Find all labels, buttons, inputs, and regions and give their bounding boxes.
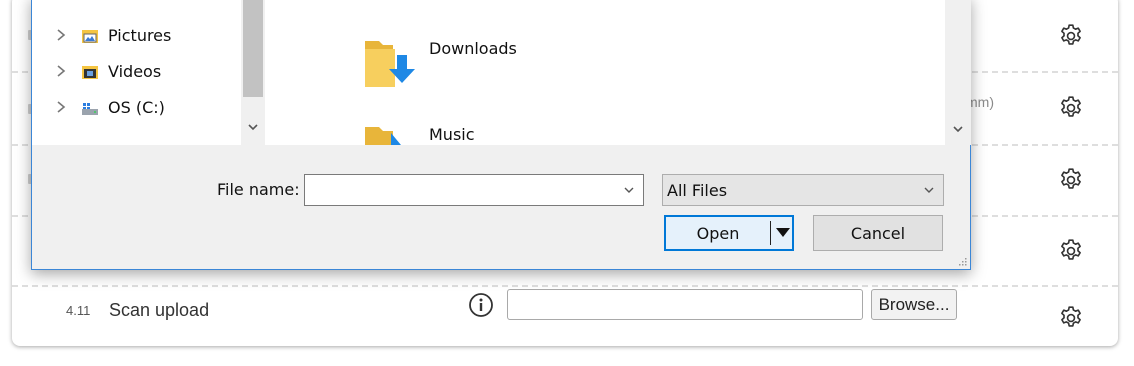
downloads-folder-icon bbox=[365, 41, 415, 87]
file-type-value: All Files bbox=[667, 181, 728, 200]
scrollbar-thumb[interactable] bbox=[243, 0, 263, 97]
question-label: Scan upload bbox=[109, 300, 210, 320]
file-list-scrollbar[interactable] bbox=[945, 0, 971, 145]
gear-icon[interactable] bbox=[1058, 95, 1084, 121]
file-open-dialog: Pictures Videos OS (C:) Downloads Music … bbox=[31, 0, 971, 270]
folder-name: Downloads bbox=[429, 39, 517, 58]
open-button-label: Open bbox=[696, 224, 740, 243]
file-type-select[interactable]: All Files bbox=[662, 174, 944, 206]
chevron-down-icon[interactable] bbox=[247, 121, 259, 133]
resize-grip-icon[interactable] bbox=[957, 256, 967, 266]
browse-button[interactable]: Browse... bbox=[871, 289, 957, 320]
nav-item-label: Videos bbox=[108, 62, 162, 81]
file-path-input[interactable] bbox=[507, 289, 863, 320]
question-number: 4.11 bbox=[66, 303, 91, 318]
folder-name: Music bbox=[429, 125, 475, 144]
nav-item-label: OS (C:) bbox=[108, 98, 165, 117]
nav-item-label: Pictures bbox=[108, 26, 172, 45]
pictures-folder-icon bbox=[82, 30, 98, 43]
videos-folder-icon bbox=[82, 66, 98, 79]
file-name-input[interactable] bbox=[304, 174, 644, 206]
cancel-button-label: Cancel bbox=[850, 224, 906, 243]
open-button[interactable]: Open bbox=[664, 215, 794, 251]
gear-icon[interactable] bbox=[1058, 167, 1084, 193]
chevron-right-icon[interactable] bbox=[54, 28, 68, 42]
cancel-button[interactable]: Cancel bbox=[813, 215, 943, 251]
split-divider bbox=[770, 221, 771, 245]
nav-scrollbar[interactable] bbox=[241, 0, 265, 145]
row-divider bbox=[12, 285, 1118, 287]
chevron-down-icon bbox=[924, 187, 934, 193]
chevron-down-icon[interactable] bbox=[952, 123, 964, 135]
info-icon[interactable] bbox=[468, 292, 494, 318]
drive-icon bbox=[82, 103, 98, 115]
gear-icon[interactable] bbox=[1058, 238, 1084, 264]
chevron-right-icon[interactable] bbox=[54, 100, 68, 114]
gear-icon[interactable] bbox=[1058, 305, 1084, 331]
file-name-label: File name: bbox=[217, 180, 300, 199]
file-list-pane: Downloads Music bbox=[265, 0, 971, 145]
chevron-right-icon[interactable] bbox=[54, 64, 68, 78]
navigation-pane: Pictures Videos OS (C:) bbox=[32, 0, 265, 145]
music-folder-icon bbox=[365, 127, 401, 145]
chevron-down-icon[interactable] bbox=[623, 184, 635, 196]
dropdown-arrow-icon[interactable] bbox=[776, 228, 790, 238]
gear-icon[interactable] bbox=[1058, 23, 1084, 49]
